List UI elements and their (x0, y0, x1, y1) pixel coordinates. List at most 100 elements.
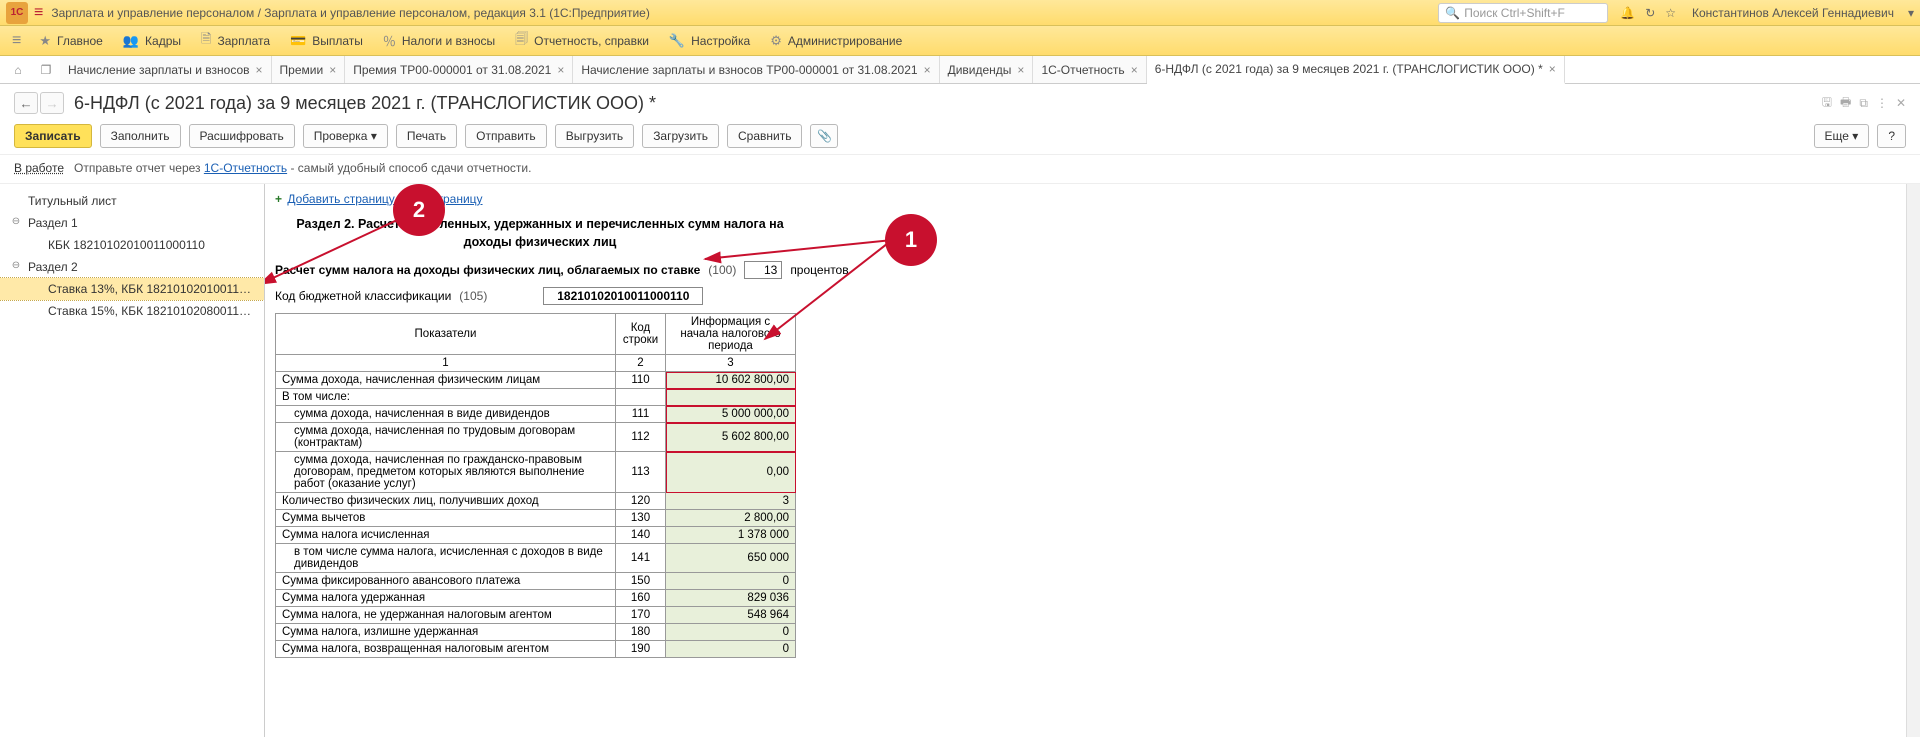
menu-item-2[interactable]: 🗎 Зарплата (191, 26, 280, 56)
menu-icon: 💳 (290, 33, 306, 49)
help-button[interactable]: ? (1877, 124, 1906, 148)
menu-label: Налоги и взносы (402, 34, 495, 48)
attach-button[interactable]: 📎 (810, 124, 838, 148)
tab-label: 6-НДФЛ (с 2021 года) за 9 месяцев 2021 г… (1155, 62, 1543, 76)
report-tree: Титульный лист ⊖Раздел 1 КБК 18210102010… (0, 184, 265, 737)
content: Титульный лист ⊖Раздел 1 КБК 18210102010… (0, 184, 1920, 737)
search-placeholder: Поиск Ctrl+Shift+F (1464, 6, 1565, 20)
menu-icon: 🔧 (669, 33, 685, 49)
titlebar-icons: 🔔 ↻ ☆ Константинов Алексей Геннадиевич ▾ (1620, 6, 1914, 20)
tab-label: 1С-Отчетность (1041, 63, 1124, 77)
tab-4[interactable]: Дивиденды × (940, 56, 1034, 83)
menu-icon: 🗐 (515, 30, 528, 52)
status-label[interactable]: В работе (14, 161, 64, 175)
nav-back-button[interactable]: ← (14, 92, 38, 114)
menu-label: Администрирование (788, 34, 902, 48)
kebab-icon[interactable]: ⋮ (1876, 96, 1888, 110)
tab-3[interactable]: Начисление зарплаты и взносов ТР00-00000… (573, 56, 939, 83)
import-button[interactable]: Загрузить (642, 124, 719, 148)
compare-button[interactable]: Сравнить (727, 124, 802, 148)
history-icon[interactable]: ↻ (1645, 6, 1655, 20)
tab-label: Премии (280, 63, 324, 77)
app-title: Зарплата и управление персоналом / Зарпл… (51, 6, 1438, 20)
collapse-icon[interactable]: ⊖ (10, 260, 22, 271)
close-icon[interactable]: × (1549, 62, 1556, 76)
tree-title-page[interactable]: Титульный лист (0, 190, 264, 212)
form-area: + Добавить страницу страницу Раздел 2. Р… (265, 184, 1906, 737)
chevron-down-icon: ▾ (1852, 129, 1858, 143)
annotation-1: 1 (885, 214, 937, 266)
menu-item-5[interactable]: 🗐Отчетность, справки (505, 26, 659, 56)
tree-section2[interactable]: ⊖Раздел 2 (0, 256, 264, 278)
status-hint: Отправьте отчет через 1С-Отчетность - са… (74, 161, 531, 175)
global-search[interactable]: 🔍 Поиск Ctrl+Shift+F (1438, 3, 1608, 23)
menu-icon: 👥 (123, 33, 139, 49)
titlebar: 1C ≡ Зарплата и управление персоналом / … (0, 0, 1920, 26)
annotation-2: 2 (393, 184, 445, 236)
print-button[interactable]: Печать (396, 124, 457, 148)
tab-label: Премия ТР00-000001 от 31.08.2021 (353, 63, 551, 77)
tab-0[interactable]: Начисление зарплаты и взносов × (60, 56, 272, 83)
windows-tab[interactable]: ❐ (32, 56, 60, 83)
tree-section2-rate15[interactable]: Ставка 15%, КБК 18210102080011000... (0, 300, 264, 322)
save-icon[interactable]: 🖫 (1822, 93, 1832, 114)
decrypt-button[interactable]: Расшифровать (189, 124, 295, 148)
menu-item-3[interactable]: 💳Выплаты (280, 26, 373, 56)
tab-label: Начисление зарплаты и взносов ТР00-00000… (581, 63, 917, 77)
close-icon[interactable]: × (1017, 63, 1024, 77)
nav-buttons: ← → (14, 92, 64, 114)
menu-item-7[interactable]: ⚙ Администрирование (760, 26, 912, 56)
collapse-icon[interactable]: ▾ (1908, 6, 1914, 20)
chevron-down-icon: ▾ (371, 129, 377, 143)
tab-2[interactable]: Премия ТР00-000001 от 31.08.2021 × (345, 56, 573, 83)
menu-icon: ⚙ (770, 33, 782, 49)
write-button[interactable]: Записать (14, 124, 92, 148)
send-button[interactable]: Отправить (465, 124, 547, 148)
collapse-icon[interactable]: ⊖ (10, 216, 22, 227)
close-page-icon[interactable]: ✕ (1896, 96, 1906, 110)
menu-item-6[interactable]: 🔧 Настройка (659, 26, 760, 56)
export-button[interactable]: Выгрузить (555, 124, 635, 148)
toolbar: Записать Заполнить Расшифровать Проверка… (0, 118, 1920, 155)
tree-section1-kbk[interactable]: КБК 18210102010011000110 (0, 234, 264, 256)
page-header: ← → 6-НДФЛ (с 2021 года) за 9 месяцев 20… (0, 84, 1920, 118)
copy-icon[interactable]: ⧉ (1859, 96, 1868, 111)
tab-6[interactable]: 6-НДФЛ (с 2021 года) за 9 месяцев 2021 г… (1147, 56, 1565, 84)
app-menu-icon[interactable]: ≡ (34, 4, 43, 22)
home-tab[interactable]: ⌂ (4, 56, 32, 83)
check-button[interactable]: Проверка ▾ (303, 124, 388, 148)
tab-5[interactable]: 1С-Отчетность × (1033, 56, 1146, 83)
fill-button[interactable]: Заполнить (100, 124, 181, 148)
status-link[interactable]: 1С-Отчетность (204, 161, 287, 175)
annotation-overlay (265, 184, 1465, 684)
more-button[interactable]: Еще ▾ (1814, 124, 1870, 148)
nav-fwd-button[interactable]: → (40, 92, 64, 114)
user-name[interactable]: Константинов Алексей Геннадиевич (1692, 6, 1894, 20)
menu-label: Кадры (145, 34, 181, 48)
menu-item-4[interactable]: ％Налоги и взносы (373, 26, 505, 56)
tab-1[interactable]: Премии × (272, 56, 346, 83)
close-icon[interactable]: × (557, 63, 564, 77)
close-icon[interactable]: × (256, 63, 263, 77)
close-icon[interactable]: × (924, 63, 931, 77)
menu-burger-icon[interactable]: ≡ (6, 32, 27, 50)
tab-label: Дивиденды (948, 63, 1012, 77)
page-header-icons: 🖫 🖶 ⧉ ⋮ ✕ (1822, 93, 1906, 114)
close-icon[interactable]: × (329, 63, 336, 77)
tree-section1[interactable]: ⊖Раздел 1 (0, 212, 264, 234)
right-scroll-gutter[interactable] (1906, 184, 1920, 737)
close-icon[interactable]: × (1131, 63, 1138, 77)
menu-label: Настройка (691, 34, 750, 48)
menu-item-1[interactable]: 👥 Кадры (113, 26, 191, 56)
print-icon[interactable]: 🖶 (1840, 93, 1851, 114)
page-title: 6-НДФЛ (с 2021 года) за 9 месяцев 2021 г… (74, 93, 1812, 114)
tab-label: Начисление зарплаты и взносов (68, 63, 250, 77)
bell-icon[interactable]: 🔔 (1620, 6, 1635, 20)
status-line: В работе Отправьте отчет через 1С-Отчетн… (0, 155, 1920, 184)
star-icon[interactable]: ☆ (1665, 6, 1676, 20)
menu-label: Главное (57, 34, 103, 48)
menu-icon: 🗎 (201, 30, 211, 52)
menu-item-0[interactable]: ★Главное (29, 26, 113, 56)
menu-label: Зарплата (217, 34, 270, 48)
tree-section2-rate13[interactable]: Ставка 13%, КБК 18210102010011000... (0, 278, 264, 300)
